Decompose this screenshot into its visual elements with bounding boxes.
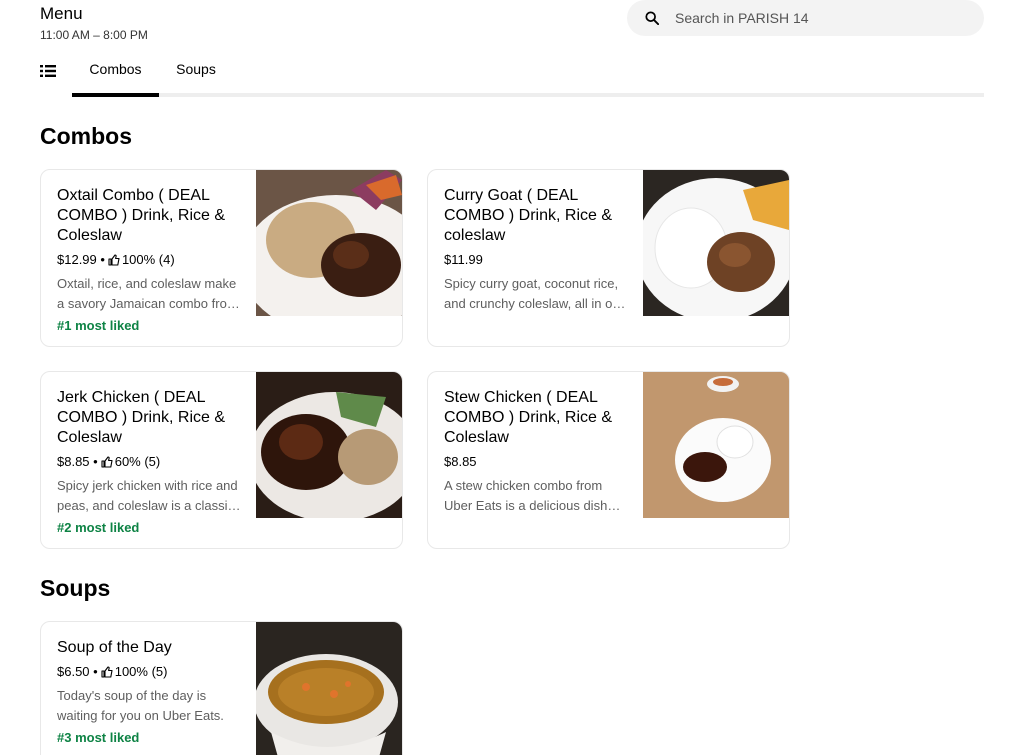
active-tab-indicator [72, 93, 159, 97]
item-rating: 100% (5) [114, 664, 168, 679]
list-icon[interactable] [40, 64, 56, 78]
item-meta: $12.99 • 100% (4) [57, 252, 241, 268]
item-price: $12.99 [57, 252, 97, 267]
item-name: Curry Goat ( DEAL COMBO ) Drink, Rice & … [444, 187, 613, 244]
section-title-soups: Soups [40, 575, 111, 601]
section-title-combos: Combos [40, 123, 132, 149]
tab-soups[interactable]: Soups [159, 56, 233, 97]
search-input[interactable] [675, 0, 975, 36]
item-price: $8.85 [444, 454, 477, 469]
menu-item-card[interactable]: Stew Chicken ( DEAL COMBO ) Drink, Rice … [427, 371, 790, 549]
menu-item-card[interactable]: Curry Goat ( DEAL COMBO ) Drink, Rice & … [427, 169, 790, 347]
item-rating: 60% (5) [114, 454, 161, 469]
thumbs-up-icon [101, 456, 113, 468]
menu-item-card[interactable]: Oxtail Combo ( DEAL COMBO ) Drink, Rice … [40, 169, 403, 347]
meta-separator: • [89, 454, 98, 469]
item-description: Spicy curry goat, coconut rice, and crun… [444, 276, 627, 311]
most-liked-badge: #1 most liked [57, 318, 140, 333]
menu-header: Menu 11:00 AM – 8:00 PM [40, 4, 148, 42]
item-name: Stew Chicken ( DEAL COMBO ) Drink, Rice … [444, 389, 613, 446]
item-price: $8.85 [57, 454, 90, 469]
search-icon [645, 11, 659, 25]
category-tabs: Combos Soups [40, 56, 984, 97]
meta-separator: • [96, 252, 105, 267]
item-image [256, 622, 402, 755]
item-name: Soup of the Day [57, 639, 172, 656]
item-price: $11.99 [444, 252, 483, 267]
most-liked-badge: #3 most liked [57, 730, 140, 745]
item-image [256, 170, 402, 316]
item-image [643, 372, 789, 518]
menu-item-card[interactable]: Jerk Chicken ( DEAL COMBO ) Drink, Rice … [40, 371, 403, 549]
item-meta: $8.85 [444, 454, 628, 470]
thumbs-up-icon [108, 254, 120, 266]
item-name: Jerk Chicken ( DEAL COMBO ) Drink, Rice … [57, 389, 226, 446]
item-rating: 100% (4) [121, 252, 175, 267]
item-image [256, 372, 402, 518]
item-meta: $6.50 • 100% (5) [57, 664, 241, 680]
menu-title: Menu [40, 4, 83, 23]
item-description: A stew chicken combo from Uber Eats is a… [444, 478, 608, 513]
thumbs-up-icon [101, 666, 113, 678]
meta-separator: • [89, 664, 98, 679]
item-description: Spicy jerk chicken with rice and peas, a… [57, 478, 238, 513]
menu-hours: 11:00 AM – 8:00 PM [40, 28, 148, 42]
item-description: Today's soup of the day is waiting for y… [57, 688, 224, 723]
most-liked-badge: #2 most liked [57, 520, 140, 535]
menu-item-card[interactable]: Soup of the Day $6.50 • 100% (5) Today's… [40, 621, 403, 755]
item-description: Oxtail, rice, and coleslaw make a savory… [57, 276, 238, 311]
item-price: $6.50 [57, 664, 90, 679]
search-bar[interactable] [627, 0, 984, 36]
item-image [643, 170, 789, 316]
item-name: Oxtail Combo ( DEAL COMBO ) Drink, Rice … [57, 187, 226, 244]
tab-combos[interactable]: Combos [72, 56, 159, 97]
item-meta: $11.99 [444, 252, 628, 268]
item-meta: $8.85 • 60% (5) [57, 454, 241, 470]
